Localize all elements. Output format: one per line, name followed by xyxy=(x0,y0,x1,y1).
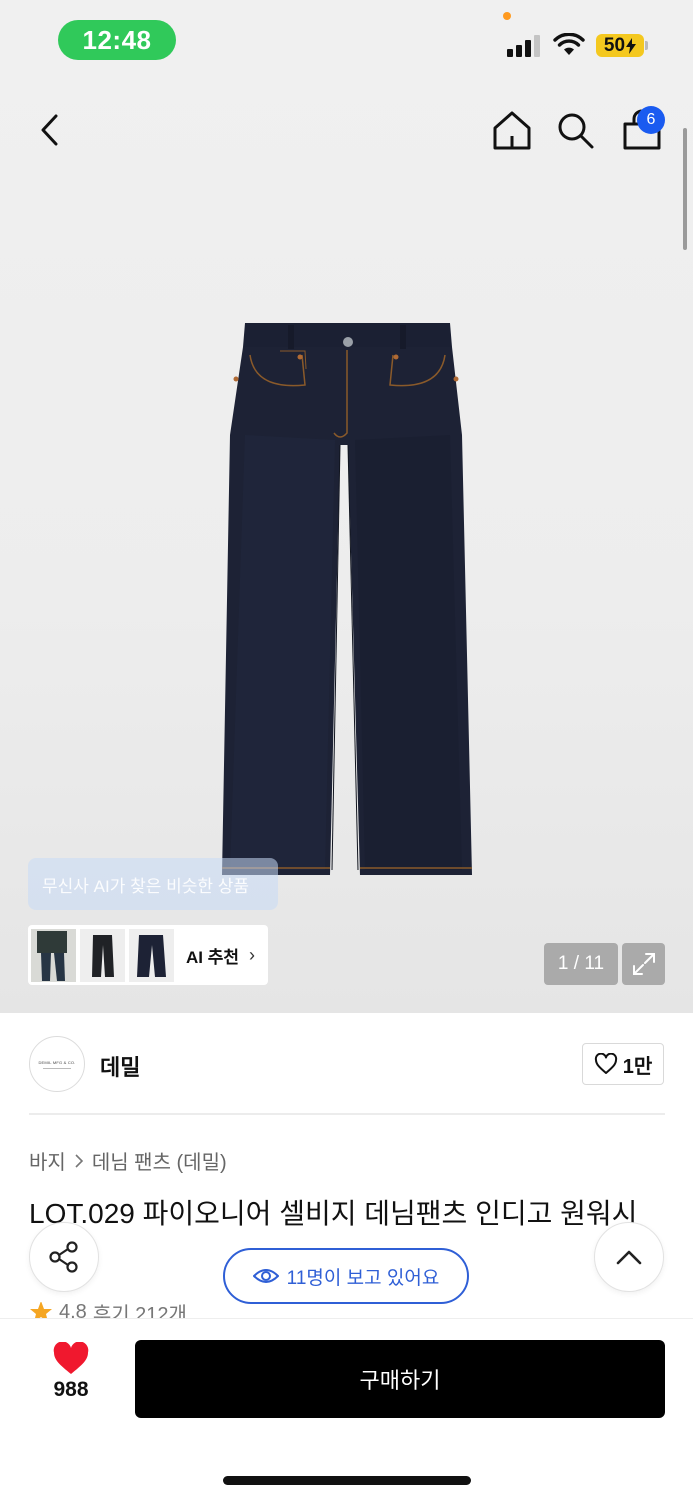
charging-bolt-icon xyxy=(626,37,637,54)
product-title: LOT.029 파이오니어 셀비지 데님팬츠 인디고 원워시 xyxy=(29,1198,638,1229)
cart-count-badge: 6 xyxy=(637,106,665,134)
brand-logo-rule xyxy=(43,1067,71,1069)
eye-icon xyxy=(252,1269,279,1283)
chevron-right-icon xyxy=(75,1153,83,1168)
live-viewers-text: 11명이 보고 있어요 xyxy=(286,1267,440,1289)
back-icon[interactable] xyxy=(34,110,68,150)
search-icon[interactable] xyxy=(555,110,595,150)
privacy-indicator-dot xyxy=(503,12,511,20)
home-indicator xyxy=(223,1476,471,1485)
battery-level: 50 xyxy=(603,34,626,56)
chevron-right-icon: › xyxy=(249,944,256,965)
battery-indicator: 50 xyxy=(596,34,644,57)
cellular-signal-icon xyxy=(507,35,541,57)
expand-icon xyxy=(632,953,655,975)
ai-similar-tooltip: 무신사 AI가 찾은 비슷한 상품 xyxy=(28,858,278,910)
breadcrumb-subcategory[interactable]: 데님 팬츠 (데밀) xyxy=(92,1146,227,1175)
heart-filled-icon xyxy=(53,1342,89,1374)
ai-thumb-1[interactable] xyxy=(31,928,76,982)
brand-logo[interactable]: DEMIL MFG & CO. xyxy=(29,1036,85,1092)
wifi-icon xyxy=(553,33,585,55)
brand-logo-text: DEMIL MFG & CO. xyxy=(38,1059,76,1065)
ai-thumb-2[interactable] xyxy=(80,928,125,982)
divider xyxy=(29,1113,665,1115)
brand-like-count: 1만 xyxy=(622,1055,653,1078)
ai-recommend-label: AI 추천 xyxy=(186,947,240,967)
ai-thumb-3[interactable] xyxy=(129,928,174,982)
breadcrumb-category[interactable]: 바지 xyxy=(29,1146,66,1175)
wishlist-button[interactable]: 988 xyxy=(40,1342,102,1412)
battery-cap xyxy=(645,41,648,50)
live-viewers-pill: 11명이 보고 있어요 xyxy=(223,1248,469,1304)
scroll-to-top-button[interactable] xyxy=(594,1222,664,1292)
ai-recommend-button[interactable]: AI 추천 › xyxy=(28,925,268,985)
brand-like-button[interactable]: 1만 xyxy=(582,1043,664,1085)
image-page-indicator: 1 / 11 xyxy=(544,943,618,985)
share-icon xyxy=(49,1241,78,1273)
wishlist-count: 988 xyxy=(53,1378,89,1401)
share-button[interactable] xyxy=(29,1222,99,1292)
brand-name[interactable]: 데밀 xyxy=(100,1050,140,1082)
scroll-indicator xyxy=(683,128,687,250)
expand-gallery-button[interactable] xyxy=(622,943,665,985)
product-image-jeans[interactable] xyxy=(210,315,480,887)
status-time: 12:48 xyxy=(58,20,176,60)
home-icon[interactable] xyxy=(490,108,534,152)
chevron-up-icon xyxy=(616,1250,642,1265)
breadcrumb: 바지 데님 팬츠 (데밀) xyxy=(29,1146,227,1175)
buy-button[interactable]: 구매하기 xyxy=(135,1340,665,1418)
heart-outline-icon xyxy=(594,1053,617,1074)
